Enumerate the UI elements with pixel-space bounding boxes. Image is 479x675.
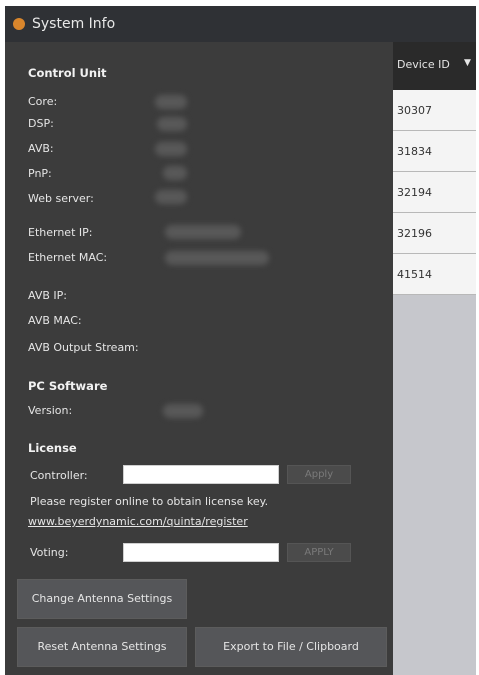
controller-label: Controller: [30, 469, 88, 482]
device-list: Device ID ▼ 30307 31834 32194 32196 4151… [393, 42, 476, 675]
system-info-window: System Info Control Unit Core: DSP: AVB:… [5, 6, 476, 675]
core-label: Core: [28, 95, 58, 108]
avb-ip-label: AVB IP: [28, 289, 67, 302]
ethernet-mac-value-redacted [165, 251, 269, 265]
device-row[interactable]: 41514 [393, 254, 476, 295]
dsp-label: DSP: [28, 117, 54, 130]
device-row[interactable]: 30307 [393, 90, 476, 131]
device-id-cell: 30307 [397, 104, 432, 117]
controller-license-input[interactable] [123, 465, 279, 484]
reset-antenna-settings-button[interactable]: Reset Antenna Settings [17, 627, 187, 667]
dsp-value-redacted [157, 117, 187, 131]
export-to-file-clipboard-button[interactable]: Export to File / Clipboard [195, 627, 387, 667]
avb-mac-label: AVB MAC: [28, 314, 82, 327]
core-value-redacted [155, 95, 187, 109]
dropdown-arrow-icon[interactable]: ▼ [464, 58, 471, 68]
device-id-column-header[interactable]: Device ID ▼ [393, 42, 476, 90]
info-panel: Control Unit Core: DSP: AVB: PnP: Web se… [5, 42, 393, 675]
device-id-header-label: Device ID [397, 58, 450, 71]
register-instructions: Please register online to obtain license… [30, 495, 269, 508]
device-row[interactable]: 32194 [393, 172, 476, 213]
voting-license-input[interactable] [123, 543, 279, 562]
title-bar[interactable]: System Info [5, 6, 476, 43]
window-title: System Info [32, 16, 116, 32]
web-server-value-redacted [155, 190, 187, 204]
device-row[interactable]: 31834 [393, 131, 476, 172]
ethernet-ip-label: Ethernet IP: [28, 226, 93, 239]
controller-apply-button[interactable]: Apply [287, 465, 351, 484]
version-value-redacted [163, 404, 203, 418]
license-heading: License [28, 441, 77, 455]
pnp-value-redacted [163, 166, 187, 180]
control-unit-heading: Control Unit [28, 66, 107, 80]
device-id-cell: 41514 [397, 268, 432, 281]
version-label: Version: [28, 404, 73, 417]
app-icon [13, 18, 25, 30]
ethernet-ip-value-redacted [165, 225, 241, 239]
avb-value-redacted [155, 142, 187, 156]
device-id-cell: 32196 [397, 227, 432, 240]
voting-label: Voting: [30, 546, 69, 559]
pc-software-heading: PC Software [28, 379, 108, 393]
pnp-label: PnP: [28, 167, 52, 180]
register-link[interactable]: www.beyerdynamic.com/quinta/register [28, 515, 248, 528]
voting-apply-button[interactable]: APPLY [287, 543, 351, 562]
device-id-cell: 32194 [397, 186, 432, 199]
avb-label: AVB: [28, 142, 54, 155]
device-id-cell: 31834 [397, 145, 432, 158]
change-antenna-settings-button[interactable]: Change Antenna Settings [17, 579, 187, 619]
avb-output-stream-label: AVB Output Stream: [28, 341, 139, 354]
web-server-label: Web server: [28, 192, 94, 205]
device-row[interactable]: 32196 [393, 213, 476, 254]
ethernet-mac-label: Ethernet MAC: [28, 251, 108, 264]
